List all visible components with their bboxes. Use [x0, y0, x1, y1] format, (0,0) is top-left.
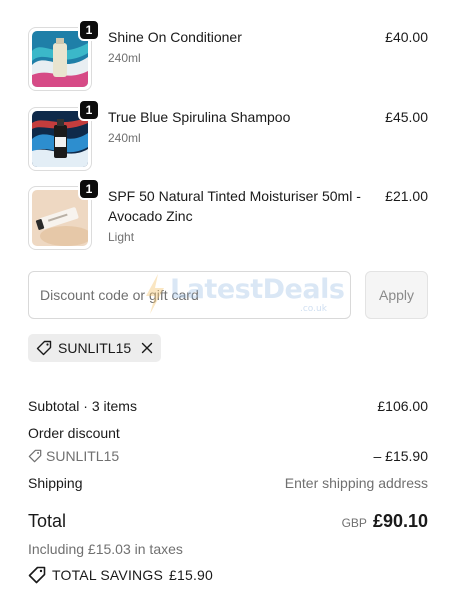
discount-code-row: SUNLITL15 – £15.90: [28, 448, 428, 464]
product-thumbnail: 1: [28, 178, 100, 250]
subtotal-label: Subtotal · 3 items: [28, 398, 137, 414]
shipping-label: Shipping: [28, 475, 83, 491]
line-item: 1 Shine On Conditioner 240ml £40.00: [28, 19, 428, 91]
item-variant: 240ml: [108, 131, 141, 145]
total-amount: £90.10: [372, 511, 428, 531]
line-item: 1 True Blue Spirulina Shampoo 240ml £45.…: [28, 99, 428, 171]
quantity-badge: 1: [78, 19, 100, 41]
apply-button[interactable]: Apply: [365, 271, 428, 319]
shipping-row: Shipping Enter shipping address: [28, 475, 428, 491]
line-item: 1 SPF 50 Natural Tinted Moisturiser 50ml…: [28, 178, 428, 250]
quantity-badge: 1: [78, 178, 100, 200]
total-savings: TOTAL SAVINGS £15.90: [28, 566, 213, 584]
taxes-note: Including £15.03 in taxes: [28, 541, 183, 557]
order-discount-row: Order discount: [28, 425, 428, 441]
discount-code: SUNLITL15: [28, 448, 119, 464]
item-variant: Light: [108, 230, 135, 244]
discount-form: Apply: [28, 271, 428, 319]
discount-code-input[interactable]: [28, 271, 351, 319]
item-name: Shine On Conditioner: [108, 29, 242, 45]
savings-label: TOTAL SAVINGS: [52, 567, 163, 583]
total-row: Total GBP £90.10: [28, 511, 428, 532]
discount-value: – £15.90: [373, 448, 429, 464]
currency-code: GBP: [341, 516, 367, 530]
discount-code-label: SUNLITL15: [46, 448, 120, 464]
subtotal-value: £106.00: [377, 398, 428, 414]
item-name: SPF 50 Natural Tinted Moisturiser 50ml -…: [108, 188, 361, 224]
item-variant: 240ml: [108, 51, 141, 65]
item-price: £45.00: [385, 109, 428, 125]
item-name: True Blue Spirulina Shampoo: [108, 109, 291, 125]
shipping-value: Enter shipping address: [284, 475, 428, 491]
close-icon[interactable]: [141, 342, 153, 354]
total-label: Total: [28, 511, 67, 531]
tag-icon: [36, 340, 52, 356]
order-discount-label: Order discount: [28, 425, 120, 441]
savings-value: £15.90: [169, 567, 214, 583]
savings-tag-icon: [28, 566, 46, 584]
item-price: £21.00: [385, 188, 428, 204]
tag-icon: [28, 449, 42, 463]
product-thumbnail: 1: [28, 19, 100, 91]
applied-discount-chip: SUNLITL15: [28, 334, 162, 362]
subtotal-row: Subtotal · 3 items £106.00: [28, 398, 428, 414]
taxes-row: Including £15.03 in taxes: [28, 541, 428, 557]
quantity-badge: 1: [78, 99, 100, 121]
applied-code: SUNLITL15: [58, 340, 132, 356]
product-thumbnail: 1: [28, 99, 100, 171]
item-price: £40.00: [385, 29, 428, 45]
